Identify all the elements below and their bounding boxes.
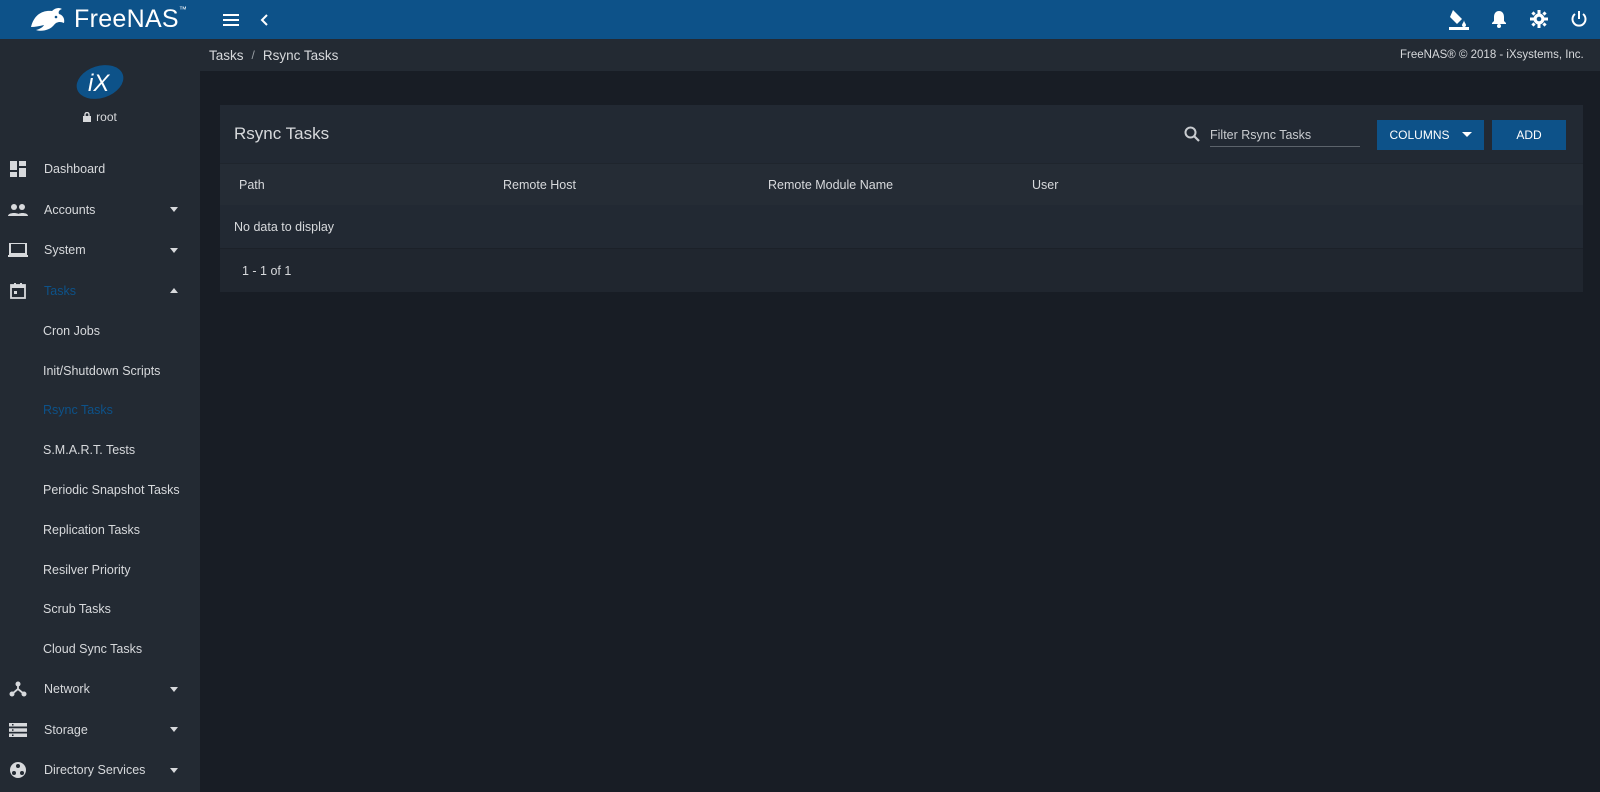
nav-label: Dashboard xyxy=(44,162,106,177)
storage-list-icon xyxy=(8,720,28,740)
nav-system[interactable]: System xyxy=(0,230,200,271)
column-header-user[interactable]: User xyxy=(1032,178,1058,192)
sidebar: iX root Dashboard Accounts System Tasks … xyxy=(0,39,200,792)
nav-sub-cloud-sync-tasks[interactable]: Cloud Sync Tasks xyxy=(0,629,200,669)
expand-caret-icon xyxy=(170,767,178,773)
nav-network[interactable]: Network xyxy=(0,669,200,710)
nav-sub-replication-tasks[interactable]: Replication Tasks xyxy=(0,510,200,550)
column-header-remote-host[interactable]: Remote Host xyxy=(503,178,576,192)
table-footer: 1 - 1 of 1 xyxy=(220,248,1583,292)
power-icon xyxy=(1571,11,1587,27)
card-header: Rsync Tasks COLUMNS ADD xyxy=(220,105,1583,163)
settings-button[interactable] xyxy=(1528,8,1550,30)
nav-sub-periodic-snapshot-tasks[interactable]: Periodic Snapshot Tasks xyxy=(0,470,200,510)
rsync-tasks-card: Rsync Tasks COLUMNS ADD Path Remote Host… xyxy=(220,105,1583,292)
menu-icon xyxy=(223,13,239,26)
filter-input[interactable] xyxy=(1210,119,1360,147)
expand-caret-icon xyxy=(170,727,178,733)
breadcrumb-parent[interactable]: Tasks xyxy=(209,48,244,63)
add-button[interactable]: ADD xyxy=(1492,120,1566,150)
dropdown-arrow-icon xyxy=(1462,132,1472,137)
dashboard-icon xyxy=(8,159,28,179)
collapse-sidebar-button[interactable] xyxy=(254,9,276,31)
column-header-remote-module-name[interactable]: Remote Module Name xyxy=(768,178,893,192)
bell-icon xyxy=(1492,11,1506,28)
nav-sub-init-shutdown-scripts[interactable]: Init/Shutdown Scripts xyxy=(0,351,200,391)
nav-label: Directory Services xyxy=(44,763,146,778)
username: root xyxy=(96,110,117,124)
nav-sub-resilver-priority[interactable]: Resilver Priority xyxy=(0,550,200,590)
user-panel: iX root xyxy=(0,39,200,149)
nav-sub-smart-tests[interactable]: S.M.A.R.T. Tests xyxy=(0,430,200,470)
breadcrumb-current: Rsync Tasks xyxy=(262,47,339,63)
breadcrumb: Tasks / Rsync Tasks FreeNAS® © 2018 - iX… xyxy=(200,39,1600,71)
column-header-path[interactable]: Path xyxy=(239,178,265,192)
nav-label: Tasks xyxy=(44,283,76,298)
table-body: No data to display xyxy=(220,205,1583,248)
theme-paint-icon xyxy=(1449,10,1469,30)
freenas-shark-logo-icon xyxy=(31,7,65,31)
people-icon xyxy=(8,200,28,220)
copyright-text: FreeNAS® © 2018 - iXsystems, Inc. xyxy=(1400,49,1584,61)
columns-button[interactable]: COLUMNS xyxy=(1377,120,1484,150)
settings-gear-icon xyxy=(1530,10,1548,28)
nav-accounts[interactable]: Accounts xyxy=(0,190,200,231)
lock-icon xyxy=(83,112,92,122)
nav-directory-services[interactable]: Directory Services xyxy=(0,750,200,791)
nav-label: Accounts xyxy=(44,202,96,217)
power-button[interactable] xyxy=(1568,8,1590,30)
page-title: Rsync Tasks xyxy=(234,124,330,143)
expand-caret-icon xyxy=(170,247,178,253)
empty-message: No data to display xyxy=(234,220,335,234)
nav-dashboard[interactable]: Dashboard xyxy=(0,149,200,190)
nav-label: Storage xyxy=(44,722,88,737)
expand-caret-icon xyxy=(170,686,178,692)
expand-caret-icon xyxy=(170,207,178,213)
collapse-caret-icon xyxy=(170,288,178,294)
nav-sub-scrub-tasks[interactable]: Scrub Tasks xyxy=(0,590,200,630)
columns-label: COLUMNS xyxy=(1389,128,1450,142)
pagination-info: 1 - 1 of 1 xyxy=(242,264,292,278)
laptop-icon xyxy=(8,240,28,260)
directory-services-icon xyxy=(8,760,28,780)
search-icon xyxy=(1184,126,1200,142)
brand[interactable]: FreeNAS™ xyxy=(0,0,200,39)
ixsystems-logo-icon: iX xyxy=(76,65,124,99)
network-icon xyxy=(8,679,28,699)
nav-storage[interactable]: Storage xyxy=(0,710,200,751)
top-bar: FreeNAS™ xyxy=(0,0,1600,39)
nav-label: System xyxy=(44,243,86,258)
svg-text:iX: iX xyxy=(88,70,110,97)
user-info[interactable]: root xyxy=(83,110,117,124)
theme-button[interactable] xyxy=(1448,8,1470,30)
brand-name: FreeNAS™ xyxy=(74,5,188,33)
nav-tasks[interactable]: Tasks xyxy=(0,271,200,312)
notifications-button[interactable] xyxy=(1488,8,1510,30)
table-header: Path Remote Host Remote Module Name User xyxy=(220,163,1583,205)
nav-sub-rsync-tasks[interactable]: Rsync Tasks xyxy=(0,391,200,431)
nav-label: Network xyxy=(44,682,90,697)
chevron-left-icon xyxy=(260,13,268,26)
nav-sub-cron-jobs[interactable]: Cron Jobs xyxy=(0,311,200,351)
breadcrumb-separator: / xyxy=(251,48,255,62)
menu-toggle-button[interactable] xyxy=(220,9,242,31)
calendar-icon xyxy=(8,281,28,301)
